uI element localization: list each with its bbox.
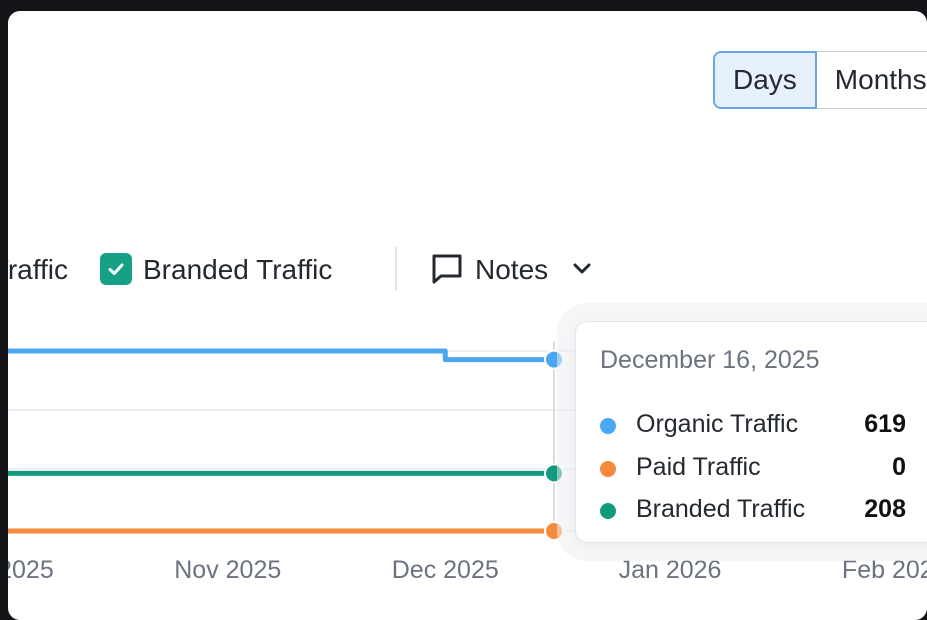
legend-partial-clip: Paid Traffic <box>8 241 68 297</box>
hover-point-branded <box>544 463 564 484</box>
tooltip-row-organic: Organic Traffic 619 <box>600 410 906 442</box>
organic-dot-icon <box>600 418 616 434</box>
check-icon <box>108 263 124 275</box>
tooltip-label: Organic Traffic <box>636 410 799 438</box>
x-tick-label-3: Jan 2026 <box>619 556 722 584</box>
tooltip-date: December 16, 2025 <box>600 346 820 374</box>
legend-row: Paid Traffic Branded Traffic Notes <box>8 241 927 297</box>
tooltip-row-branded: Branded Traffic 208 <box>600 495 906 527</box>
series-line-organic <box>8 348 554 363</box>
x-tick-label-2: Dec 2025 <box>392 556 499 584</box>
branded-dot-icon <box>600 503 616 519</box>
paid-dot-icon <box>600 461 616 477</box>
days-button[interactable]: Days <box>713 51 817 109</box>
legend-paid-label[interactable]: Paid Traffic <box>8 254 68 286</box>
tooltip-label: Branded Traffic <box>636 495 806 523</box>
chart-card: Days Months Paid Traffic Branded Traffic… <box>8 11 927 620</box>
legend-branded-label[interactable]: Branded Traffic <box>143 254 332 286</box>
months-button[interactable]: Months <box>816 51 927 109</box>
notes-label[interactable]: Notes <box>475 254 548 286</box>
tooltip-value: 208 <box>864 495 906 523</box>
tooltip-value: 0 <box>892 453 906 481</box>
x-tick-label-0: Oct 2025 <box>8 556 54 584</box>
chevron-down-icon[interactable] <box>571 261 593 277</box>
hover-point-organic <box>544 349 564 370</box>
x-tick-label-4: Feb 2026 <box>842 556 927 584</box>
comment-icon[interactable] <box>430 252 464 286</box>
chart-tooltip: December 16, 2025 Organic Traffic 619 Pa… <box>575 321 927 543</box>
tooltip-label: Paid Traffic <box>636 453 761 481</box>
tooltip-row-paid: Paid Traffic 0 <box>600 453 906 485</box>
x-tick-label-1: Nov 2025 <box>174 556 281 584</box>
tooltip-value: 619 <box>864 410 906 438</box>
hover-point-paid <box>544 521 564 541</box>
legend-divider <box>395 247 397 291</box>
branded-traffic-checkbox[interactable] <box>100 253 132 285</box>
range-toggle: Days Months <box>713 51 927 109</box>
